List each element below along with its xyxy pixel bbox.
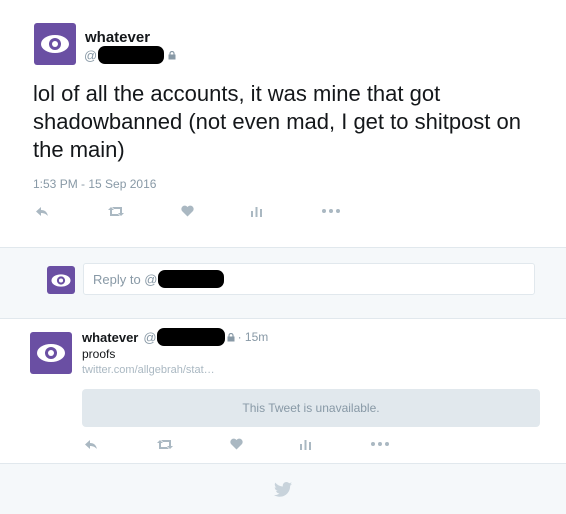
reply-tweet-avatar[interactable] [30,332,72,374]
lock-icon [168,50,176,59]
more-action[interactable] [320,204,342,218]
heart-icon [229,438,243,450]
reply-tweet-text: proofs [82,347,116,361]
redacted-handle [98,46,165,64]
redacted-handle [156,328,225,346]
retweet-action[interactable] [155,437,175,451]
unavailable-tweet-text: This Tweet is unavailable. [242,401,380,415]
more-icon [322,209,340,213]
analytics-action[interactable] [249,204,263,218]
reply-box-avatar [47,266,75,294]
retweet-action[interactable] [106,204,126,218]
main-tweet-timestamp[interactable]: 1:53 PM - 15 Sep 2016 [33,177,156,191]
analytics-action[interactable] [298,437,312,451]
divider [0,318,566,319]
lock-icon [227,332,235,341]
like-action[interactable] [179,204,195,218]
eye-icon [51,273,71,287]
reply-tweet-link[interactable]: twitter.com/allgebrah/stat… [82,364,215,376]
reply-action[interactable] [33,204,51,218]
reply-box-section: Reply to @ [0,248,566,318]
main-tweet-text: lol of all the accounts, it was mine tha… [33,81,521,162]
eye-icon [41,35,69,53]
main-tweet-handle[interactable]: @ [84,46,176,64]
reply-input-placeholder: Reply to @ [93,271,158,287]
heart-icon [180,205,194,217]
more-icon [371,442,389,446]
footer [0,464,566,514]
handle-at: @ [143,329,157,345]
retweet-icon [108,206,124,216]
redacted-handle [157,270,224,288]
analytics-icon [250,206,262,217]
reply-icon [36,206,48,216]
reply-tweet-header: whatever @ · 15m [82,328,268,346]
reply-tweet-display-name[interactable]: whatever [82,330,138,345]
retweet-icon [157,439,173,449]
handle-at: @ [84,47,98,63]
reply-tweet-time[interactable]: · 15m [238,330,269,344]
reply-icon [85,439,97,449]
main-tweet-display-name[interactable]: whatever [85,29,150,46]
unavailable-tweet-card: This Tweet is unavailable. [82,389,540,427]
main-tweet-avatar[interactable] [34,23,76,65]
eye-icon [37,344,65,362]
twitter-bird-icon [274,481,292,497]
like-action[interactable] [228,437,244,451]
reply-action[interactable] [82,437,100,451]
analytics-icon [299,439,311,450]
more-action[interactable] [369,437,391,451]
reply-input[interactable]: Reply to @ [83,263,535,295]
